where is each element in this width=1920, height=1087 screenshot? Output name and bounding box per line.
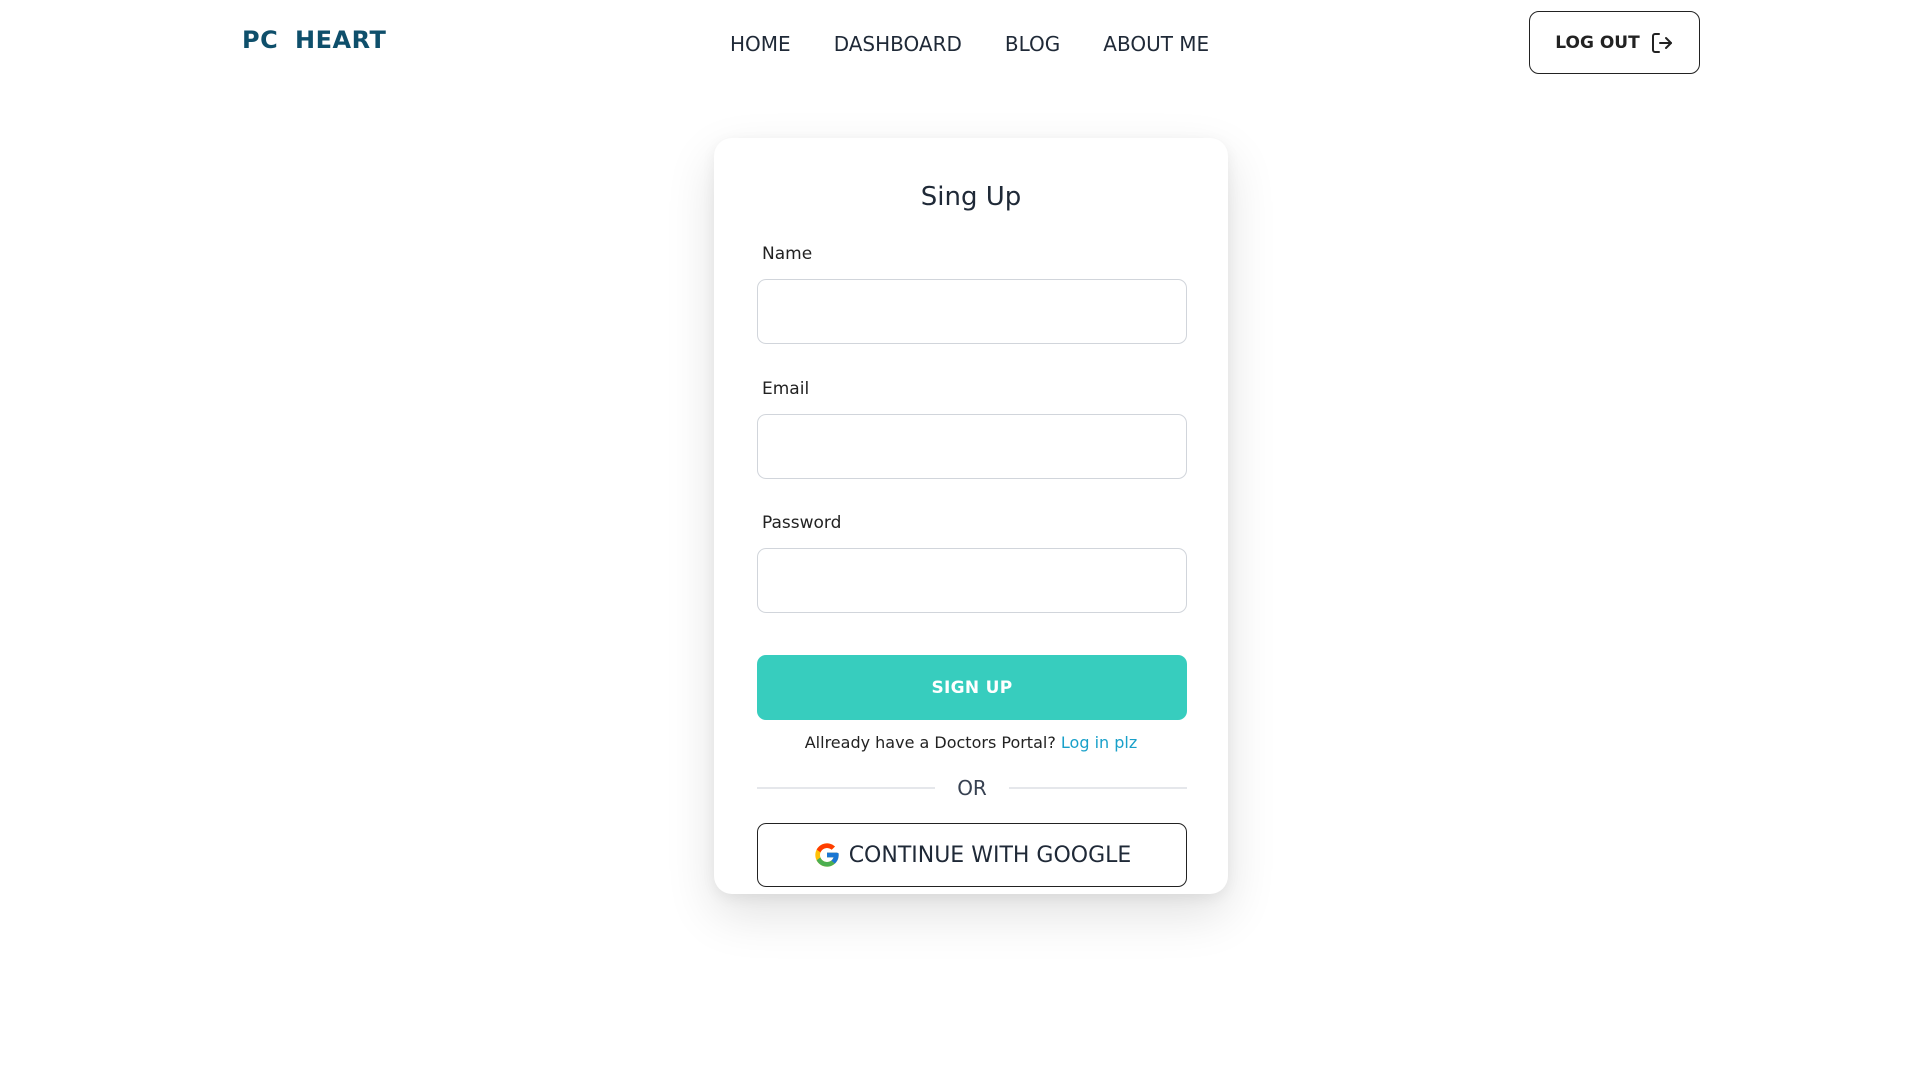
divider-line-right [1008, 787, 1188, 789]
password-label: Password [762, 513, 842, 533]
logout-arrow-icon [1650, 31, 1674, 55]
email-input[interactable] [757, 414, 1187, 479]
divider-text: OR [957, 776, 987, 800]
main-nav: HOME DASHBOARD BLOG ABOUT ME [730, 30, 1209, 58]
nav-blog-link[interactable]: BLOG [1005, 30, 1060, 58]
already-text: Allready have a Doctors Portal? [804, 733, 1056, 752]
form-title: Sing Up [920, 182, 1022, 212]
login-link[interactable]: Log in plz [1061, 733, 1137, 752]
top-navbar: PC HEART HOME DASHBOARD BLOG ABOUT ME LO… [0, 0, 1920, 88]
login-prompt: Allready have a Doctors Portal? Log in p… [714, 733, 1228, 752]
name-input[interactable] [757, 279, 1187, 344]
password-input[interactable] [757, 548, 1187, 613]
name-label: Name [762, 244, 813, 264]
divider-line-left [757, 787, 936, 789]
or-divider: OR [757, 776, 1188, 800]
nav-dashboard-link[interactable]: DASHBOARD [834, 30, 962, 58]
logout-label: LOG OUT [1555, 32, 1640, 53]
google-g-icon [813, 841, 841, 869]
google-signin-button[interactable]: CONTINUE WITH GOOGLE [757, 823, 1187, 887]
email-label: Email [762, 379, 810, 399]
nav-home-link[interactable]: HOME [730, 30, 791, 58]
signup-card: Sing Up Name Email Password SIGN UP Allr… [714, 138, 1228, 894]
brand-logo[interactable]: PC HEART [242, 26, 386, 54]
google-button-label: CONTINUE WITH GOOGLE [848, 842, 1132, 868]
signup-button[interactable]: SIGN UP [757, 655, 1187, 720]
logout-button[interactable]: LOG OUT [1529, 11, 1700, 74]
nav-about-link[interactable]: ABOUT ME [1103, 30, 1209, 58]
